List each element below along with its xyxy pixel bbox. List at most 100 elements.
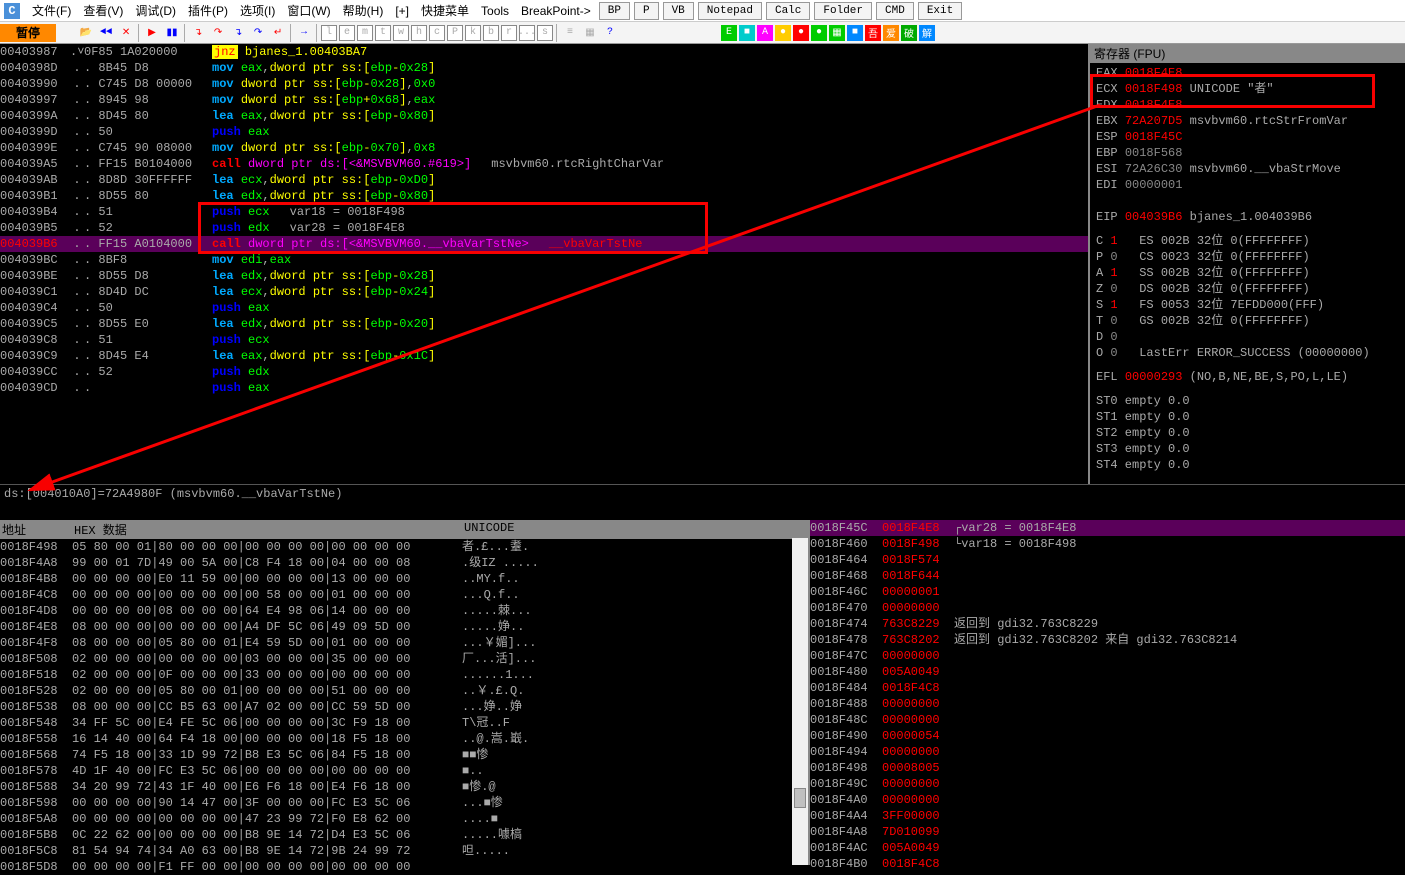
stack-row[interactable]: 0018F4A0 00000000 (810, 792, 1405, 808)
pane-m[interactable]: m (357, 25, 373, 41)
cjk-3[interactable]: 破 (901, 25, 917, 41)
menu-breakpoint[interactable]: BreakPoint-> (521, 4, 591, 18)
flag-row[interactable]: D 0 (1096, 329, 1399, 345)
disasm-row[interactable]: 004039CC.. 52push edx (0, 364, 1088, 380)
disasm-row[interactable]: 004039BE.. 8D55 D8lea edx,dword ptr ss:[… (0, 268, 1088, 284)
hex-row[interactable]: 0018F4E808 00 00 00|00 00 00 00|A4 DF 5C… (0, 619, 808, 635)
flag-row[interactable]: C 1 ES 002B 32位 0(FFFFFFFF) (1096, 233, 1399, 249)
cjk-2[interactable]: 爱 (883, 25, 899, 41)
plugin-2[interactable]: ■ (739, 25, 755, 41)
trace-into-icon[interactable]: ↴ (229, 24, 247, 42)
disasm-row[interactable]: 004039C4.. 50push eax (0, 300, 1088, 316)
tool-calc[interactable]: Calc (766, 2, 810, 20)
pane-c[interactable]: c (429, 25, 445, 41)
pane-more[interactable]: ... (519, 25, 535, 41)
hex-row[interactable]: 0018F4C800 00 00 00|00 00 00 00|00 58 00… (0, 587, 808, 603)
goto-icon[interactable]: → (295, 24, 313, 42)
tool-exit[interactable]: Exit (918, 2, 962, 20)
pane-b[interactable]: b (483, 25, 499, 41)
menu-options[interactable]: 选项(I) (240, 2, 275, 19)
flag-row[interactable]: P 0 CS 0023 32位 0(FFFFFFFF) (1096, 249, 1399, 265)
disasm-row[interactable]: 004039B4.. 51push ecxvar18 = 0018F498 (0, 204, 1088, 220)
disasm-row[interactable]: 004039B1.. 8D55 80lea edx,dword ptr ss:[… (0, 188, 1088, 204)
plugin-1[interactable]: E (721, 25, 737, 41)
cjk-4[interactable]: 解 (919, 25, 935, 41)
scrollbar-thumb[interactable] (794, 788, 806, 808)
stack-row[interactable]: 0018F480 005A0049 (810, 664, 1405, 680)
efl-row[interactable]: EFL 00000293 (NO,B,NE,BE,S,PO,L,LE) (1096, 369, 1399, 385)
stack-row[interactable]: 0018F4A8 7D010099 (810, 824, 1405, 840)
plugin-3[interactable]: A (757, 25, 773, 41)
disasm-row[interactable]: 00403987.˅0F85 1A020000jnz bjanes_1.0040… (0, 44, 1088, 60)
hex-row[interactable]: 0018F5784D 1F 40 00|FC E3 5C 06|00 00 00… (0, 763, 808, 779)
register-row[interactable]: ESI 72A26C30 msvbvm60.__vbaStrMove (1096, 161, 1399, 177)
hex-row[interactable]: 0018F55816 14 40 00|64 F4 18 00|00 00 00… (0, 731, 808, 747)
plugin-5[interactable]: ● (793, 25, 809, 41)
register-row[interactable] (1096, 193, 1399, 209)
stack-row[interactable]: 0018F464 0018F574 (810, 552, 1405, 568)
hex-row[interactable]: 0018F58834 20 99 72|43 1F 40 00|E6 F6 18… (0, 779, 808, 795)
flag-row[interactable]: Z 0 DS 002B 32位 0(FFFFFFFF) (1096, 281, 1399, 297)
disasm-row[interactable]: 004039C1.. 8D4D DClea ecx,dword ptr ss:[… (0, 284, 1088, 300)
stack-row[interactable]: 0018F49C 00000000 (810, 776, 1405, 792)
stack-row[interactable]: 0018F494 00000000 (810, 744, 1405, 760)
pane-t[interactable]: t (375, 25, 391, 41)
play-icon[interactable]: ▶ (143, 24, 161, 42)
stack-row[interactable]: 0018F4B0 0018F4C8 (810, 856, 1405, 872)
step-over-icon[interactable]: ↷ (209, 24, 227, 42)
hexdump-pane[interactable]: 地址 HEX 数据 UNICODE 0018F49805 80 00 01|80… (0, 520, 810, 865)
disasm-row[interactable]: 004039CD.. push eax (0, 380, 1088, 396)
disasm-row[interactable]: 004039AB.. 8D8D 30FFFFFFlea ecx,dword pt… (0, 172, 1088, 188)
pane-P[interactable]: P (447, 25, 463, 41)
trace-over-icon[interactable]: ↷ (249, 24, 267, 42)
hex-row[interactable]: 0018F4D800 00 00 00|08 00 00 00|64 E4 98… (0, 603, 808, 619)
disasm-row[interactable]: 0040398D.. 8B45 D8mov eax,dword ptr ss:[… (0, 60, 1088, 76)
tool-bp[interactable]: BP (599, 2, 630, 20)
disasm-row[interactable]: 00403997.. 8945 98mov dword ptr ss:[ebp+… (0, 92, 1088, 108)
stack-row[interactable]: 0018F4A4 3FF00000 (810, 808, 1405, 824)
flag-row[interactable]: O 0 LastErr ERROR_SUCCESS (00000000) (1096, 345, 1399, 361)
stack-row[interactable]: 0018F490 00000054 (810, 728, 1405, 744)
hex-row[interactable]: 0018F5B80C 22 62 00|00 00 00 00|B8 9E 14… (0, 827, 808, 843)
plugin-4[interactable]: ● (775, 25, 791, 41)
flag-row[interactable]: T 0 GS 002B 32位 0(FFFFFFFF) (1096, 313, 1399, 329)
tool-cmd[interactable]: CMD (876, 2, 914, 20)
menu-shortcut[interactable]: 快捷菜单 (421, 2, 469, 19)
register-row[interactable]: EBP 0018F568 (1096, 145, 1399, 161)
step-into-icon[interactable]: ↴ (189, 24, 207, 42)
hex-row[interactable]: 0018F56874 F5 18 00|33 1D 99 72|B8 E3 5C… (0, 747, 808, 763)
menu-window[interactable]: 窗口(W) (287, 2, 330, 19)
menu-tools[interactable]: Tools (481, 4, 509, 18)
hex-row[interactable]: 0018F4B800 00 00 00|E0 11 59 00|00 00 00… (0, 571, 808, 587)
hex-row[interactable]: 0018F53808 00 00 00|CC B5 63 00|A7 02 00… (0, 699, 808, 715)
disasm-row[interactable]: 004039BC.. 8BF8mov edi,eax (0, 252, 1088, 268)
menu-view[interactable]: 查看(V) (83, 2, 123, 19)
pane-l[interactable]: l (321, 25, 337, 41)
hex-scrollbar[interactable] (792, 538, 808, 865)
hex-row[interactable]: 0018F49805 80 00 01|80 00 00 00|00 00 00… (0, 539, 808, 555)
menu-help[interactable]: 帮助(H) (343, 2, 384, 19)
disassembly-pane[interactable]: 00403987.˅0F85 1A020000jnz bjanes_1.0040… (0, 44, 1088, 484)
hex-row[interactable]: 0018F59800 00 00 00|90 14 47 00|3F 00 00… (0, 795, 808, 811)
disasm-row[interactable]: 004039B5.. 52push edxvar28 = 0018F4E8 (0, 220, 1088, 236)
stack-row[interactable]: 0018F460 0018F498 └var18 = 0018F498 (810, 536, 1405, 552)
stack-row[interactable]: 0018F46C 00000001 (810, 584, 1405, 600)
menu-plus[interactable]: [+] (395, 4, 409, 18)
stack-row[interactable]: 0018F484 0018F4C8 (810, 680, 1405, 696)
hex-row[interactable]: 0018F51802 00 00 00|0F 00 00 00|33 00 00… (0, 667, 808, 683)
list-icon[interactable]: ≡ (561, 24, 579, 42)
disasm-row[interactable]: 0040399D.. 50push eax (0, 124, 1088, 140)
register-row[interactable]: EDI 00000001 (1096, 177, 1399, 193)
hex-row[interactable]: 0018F50802 00 00 00|00 00 00 00|03 00 00… (0, 651, 808, 667)
disasm-row[interactable]: 00403990.. C745 D8 00000mov dword ptr ss… (0, 76, 1088, 92)
pause-icon[interactable]: ▮▮ (163, 24, 181, 42)
tool-p[interactable]: P (634, 2, 659, 20)
close-icon[interactable]: ✕ (117, 24, 135, 42)
register-row[interactable]: EAX 0018F4E8 (1096, 65, 1399, 81)
menu-file[interactable]: 文件(F) (32, 2, 71, 19)
stack-row[interactable]: 0018F478 763C8202 返回到 gdi32.763C8202 来自 … (810, 632, 1405, 648)
hex-row[interactable]: 0018F54834 FF 5C 00|E4 FE 5C 06|00 00 00… (0, 715, 808, 731)
disasm-row[interactable]: 004039C9.. 8D45 E4lea eax,dword ptr ss:[… (0, 348, 1088, 364)
disasm-row[interactable]: 0040399A.. 8D45 80lea eax,dword ptr ss:[… (0, 108, 1088, 124)
register-row[interactable]: EDX 0018F4E8 (1096, 97, 1399, 113)
